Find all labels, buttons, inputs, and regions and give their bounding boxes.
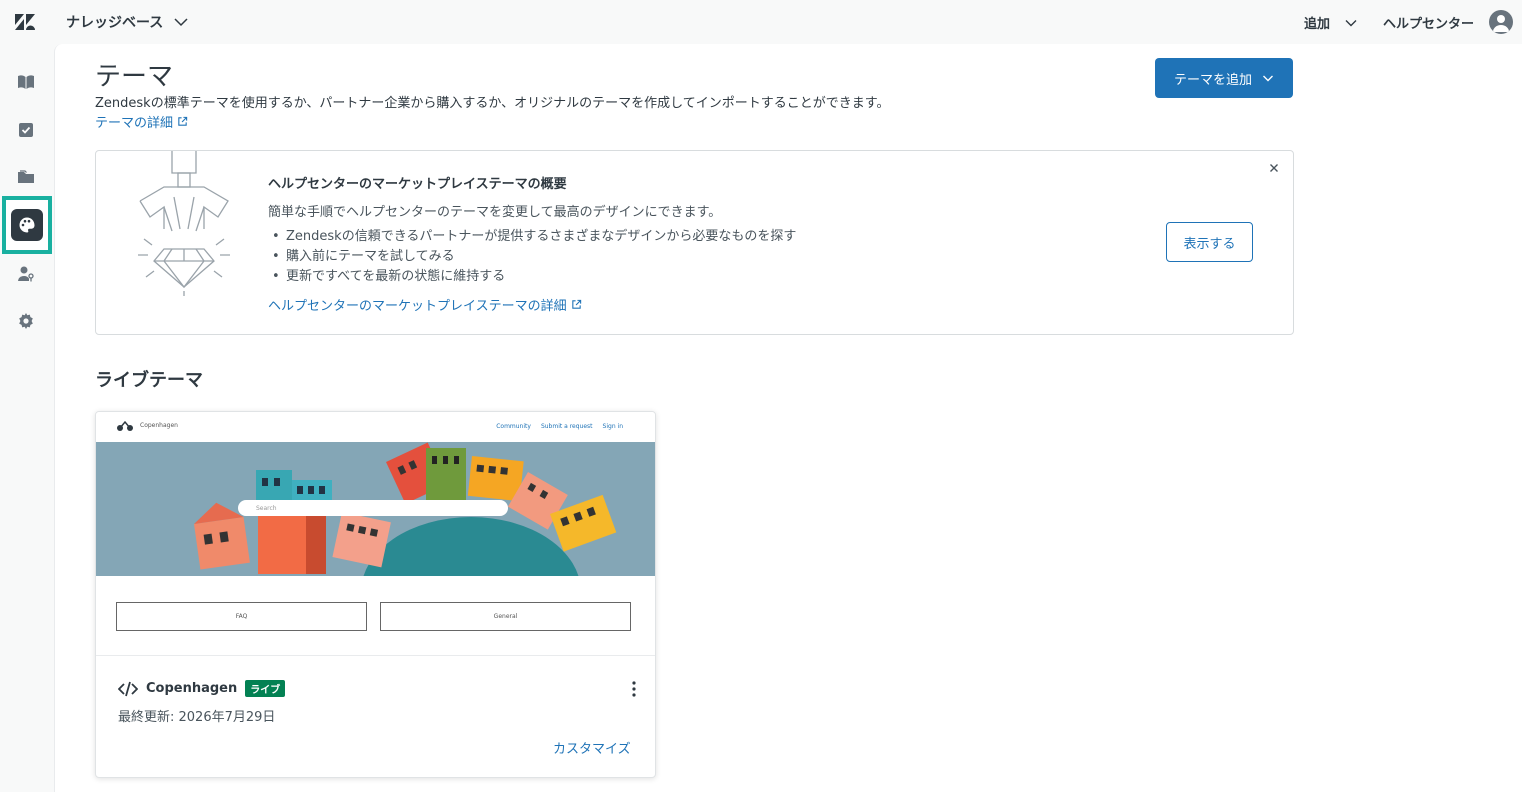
preview-logo-icon: [117, 420, 133, 431]
product-switcher[interactable]: ナレッジベース: [66, 12, 189, 32]
external-link-icon: [178, 116, 188, 126]
theme-name-row: Copenhagen ライブ: [118, 680, 286, 697]
external-link-icon: [571, 299, 581, 309]
page-description: Zendeskの標準テーマを使用するか、パートナー企業から購入するか、オリジナル…: [95, 96, 890, 111]
theme-card: Copenhagen Community Submit a request Si…: [95, 411, 656, 778]
user-key-icon: [18, 266, 34, 282]
preview-brand: Copenhagen: [140, 422, 178, 429]
add-theme-label: テーマを追加: [1173, 72, 1252, 88]
list-item: Zendeskの信頼できるパートナーが提供するさまざまなデザインから必要なものを…: [272, 227, 796, 247]
main-content: テーマ Zendeskの標準テーマを使用するか、パートナー企業から購入するか、オ…: [54, 44, 1522, 792]
active-nav-pill: [11, 209, 43, 241]
marketplace-bullets: Zendeskの信頼できるパートナーが提供するさまざまなデザインから必要なものを…: [272, 227, 796, 287]
sidebar-item-knowledge[interactable]: [0, 62, 52, 102]
chevron-down-icon: [174, 18, 188, 27]
preview-hero-image: Search: [96, 442, 655, 576]
list-item: 更新ですべてを最新の状態に維持する: [272, 267, 796, 287]
sidebar-item-tasks[interactable]: [0, 110, 52, 150]
marketplace-card: ヘルプセンターのマーケットプレイステーマの概要 簡単な手順でヘルプセンターのテー…: [95, 150, 1294, 335]
view-marketplace-button[interactable]: 表示する: [1166, 222, 1253, 262]
theme-details-link-label: テーマの詳細: [95, 116, 174, 131]
customize-button[interactable]: カスタマイズ: [553, 738, 631, 757]
user-icon: [1493, 15, 1509, 32]
product-name: ナレッジベース: [66, 15, 164, 31]
marketplace-details-label: ヘルプセンターのマーケットプレイステーマの詳細: [268, 299, 567, 314]
marketplace-details-link[interactable]: ヘルプセンターのマーケットプレイステーマの詳細: [268, 295, 582, 314]
top-bar: ナレッジベース 追加 ヘルプセンター: [0, 0, 1522, 44]
preview-faq-button: FAQ: [116, 602, 367, 631]
sidebar: [0, 44, 52, 792]
preview-search-input: Search: [238, 500, 508, 516]
sidebar-item-permissions[interactable]: [0, 254, 52, 294]
live-themes-heading: ライブテーマ: [95, 370, 203, 391]
palette-icon: [19, 217, 35, 233]
add-theme-button[interactable]: テーマを追加: [1155, 58, 1293, 98]
preview-nav-item: Sign in: [602, 423, 623, 430]
theme-details-link[interactable]: テーマの詳細: [95, 112, 188, 131]
avatar[interactable]: [1489, 10, 1513, 34]
preview-general-button: General: [380, 602, 631, 631]
list-item: 購入前にテーマを試してみる: [272, 247, 796, 267]
chevron-down-icon: [1345, 19, 1357, 26]
help-center-link[interactable]: ヘルプセンター: [1383, 13, 1474, 32]
folder-icon: [18, 170, 34, 183]
preview-nav-item: Community: [496, 423, 531, 430]
preview-nav: Community Submit a request Sign in: [496, 423, 623, 430]
code-icon: [118, 681, 138, 696]
theme-last-updated: 最終更新: 2026年7月29日: [118, 710, 276, 725]
zendesk-logo-icon[interactable]: [14, 12, 36, 32]
add-menu-button[interactable]: 追加: [1304, 13, 1358, 32]
sidebar-item-content[interactable]: [0, 157, 52, 197]
theme-preview-thumbnail[interactable]: Copenhagen Community Submit a request Si…: [96, 412, 655, 656]
checklist-icon: [19, 123, 33, 137]
sidebar-item-design[interactable]: [2, 196, 52, 254]
close-icon[interactable]: [1267, 161, 1281, 175]
sidebar-item-settings[interactable]: [0, 301, 52, 341]
theme-name: Copenhagen: [146, 681, 238, 696]
preview-nav-item: Submit a request: [540, 423, 593, 430]
gear-icon: [19, 313, 33, 329]
status-badge: ライブ: [245, 680, 286, 697]
more-options-icon[interactable]: [628, 680, 640, 698]
preview-header: Copenhagen Community Submit a request Si…: [96, 412, 655, 442]
marketplace-subtitle: 簡単な手順でヘルプセンターのテーマを変更して最高のデザインにできます。: [268, 205, 722, 220]
page-title: テーマ: [95, 62, 174, 92]
claw-diamond-illustration: [138, 151, 230, 296]
book-icon: [18, 75, 34, 89]
chevron-down-icon: [1263, 75, 1273, 82]
marketplace-title: ヘルプセンターのマーケットプレイステーマの概要: [268, 177, 567, 192]
add-label: 追加: [1304, 17, 1331, 32]
